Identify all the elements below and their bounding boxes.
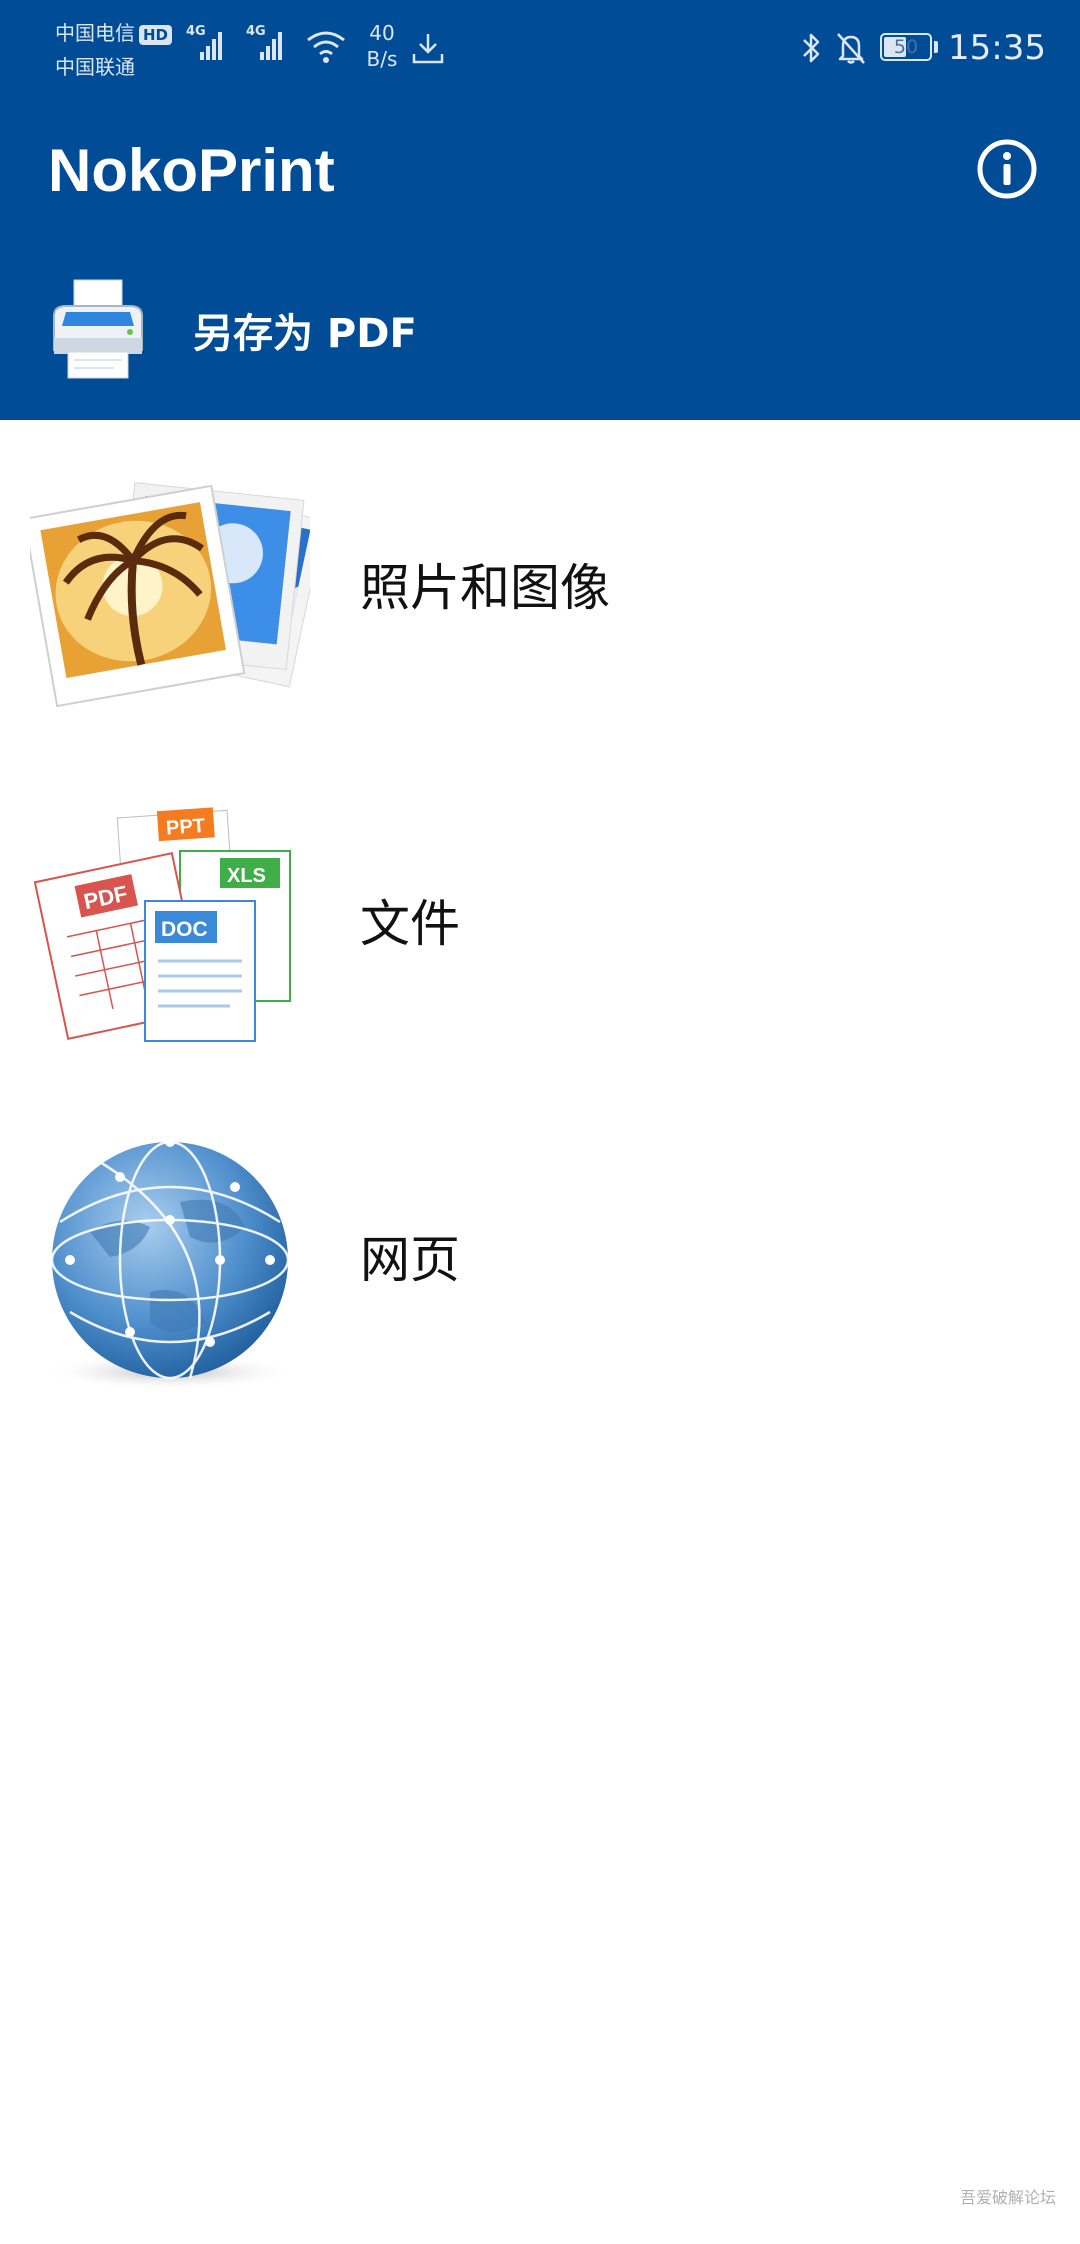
hd-badge: HD xyxy=(139,24,173,45)
menu-item-webpage-label: 网页 xyxy=(360,1231,460,1289)
menu-item-photos-label: 照片和图像 xyxy=(360,559,610,617)
carrier-2: 中国联通 xyxy=(55,55,135,79)
menu-item-documents[interactable]: PPT XLS PDF DOC 文件 xyxy=(0,766,1080,1102)
carrier-1: 中国电信 xyxy=(55,21,135,45)
doc-badge: DOC xyxy=(161,918,208,941)
battery-tip xyxy=(934,41,938,53)
bluetooth-icon xyxy=(803,33,820,63)
net-speed: 40 B/s xyxy=(360,20,404,72)
save-as-pdf-label: 另存为 PDF xyxy=(193,311,417,357)
carrier-info: 中国电信 HD 中国联通 xyxy=(55,16,173,84)
net-speed-unit: B/s xyxy=(366,47,398,71)
watermark: 吾爱破解论坛 xyxy=(960,2188,1057,2207)
download-icon xyxy=(412,34,444,64)
documents-icon: PPT XLS PDF DOC xyxy=(33,807,291,1042)
save-as-pdf-button[interactable]: 另存为 PDF xyxy=(0,270,1080,420)
mute-icon xyxy=(837,33,865,64)
status-bar: 中国电信 HD 中国联通 4G 4G 40 B/s 50 15:35 xyxy=(0,0,1080,100)
ppt-badge: PPT xyxy=(165,815,205,840)
photos-icon xyxy=(30,482,310,708)
globe-icon xyxy=(42,1137,298,1390)
printer-icon xyxy=(53,279,143,379)
clock: 15:35 xyxy=(948,28,1046,68)
menu-item-documents-label: 文件 xyxy=(360,895,460,953)
menu-item-webpage[interactable]: 网页 xyxy=(0,1102,1080,1438)
xls-badge: XLS xyxy=(227,865,266,887)
info-icon[interactable] xyxy=(975,137,1039,201)
app-title: NokoPrint xyxy=(48,137,335,204)
app-header: 中国电信 HD 中国联通 4G 4G 40 B/s 50 15:35 NokoP… xyxy=(0,0,1080,420)
net-speed-value: 40 xyxy=(369,21,395,45)
menu-item-photos[interactable]: 照片和图像 xyxy=(0,430,1080,766)
wifi-icon xyxy=(307,31,345,63)
battery-level: 50 xyxy=(893,36,919,58)
battery-icon: 50 xyxy=(880,33,932,61)
